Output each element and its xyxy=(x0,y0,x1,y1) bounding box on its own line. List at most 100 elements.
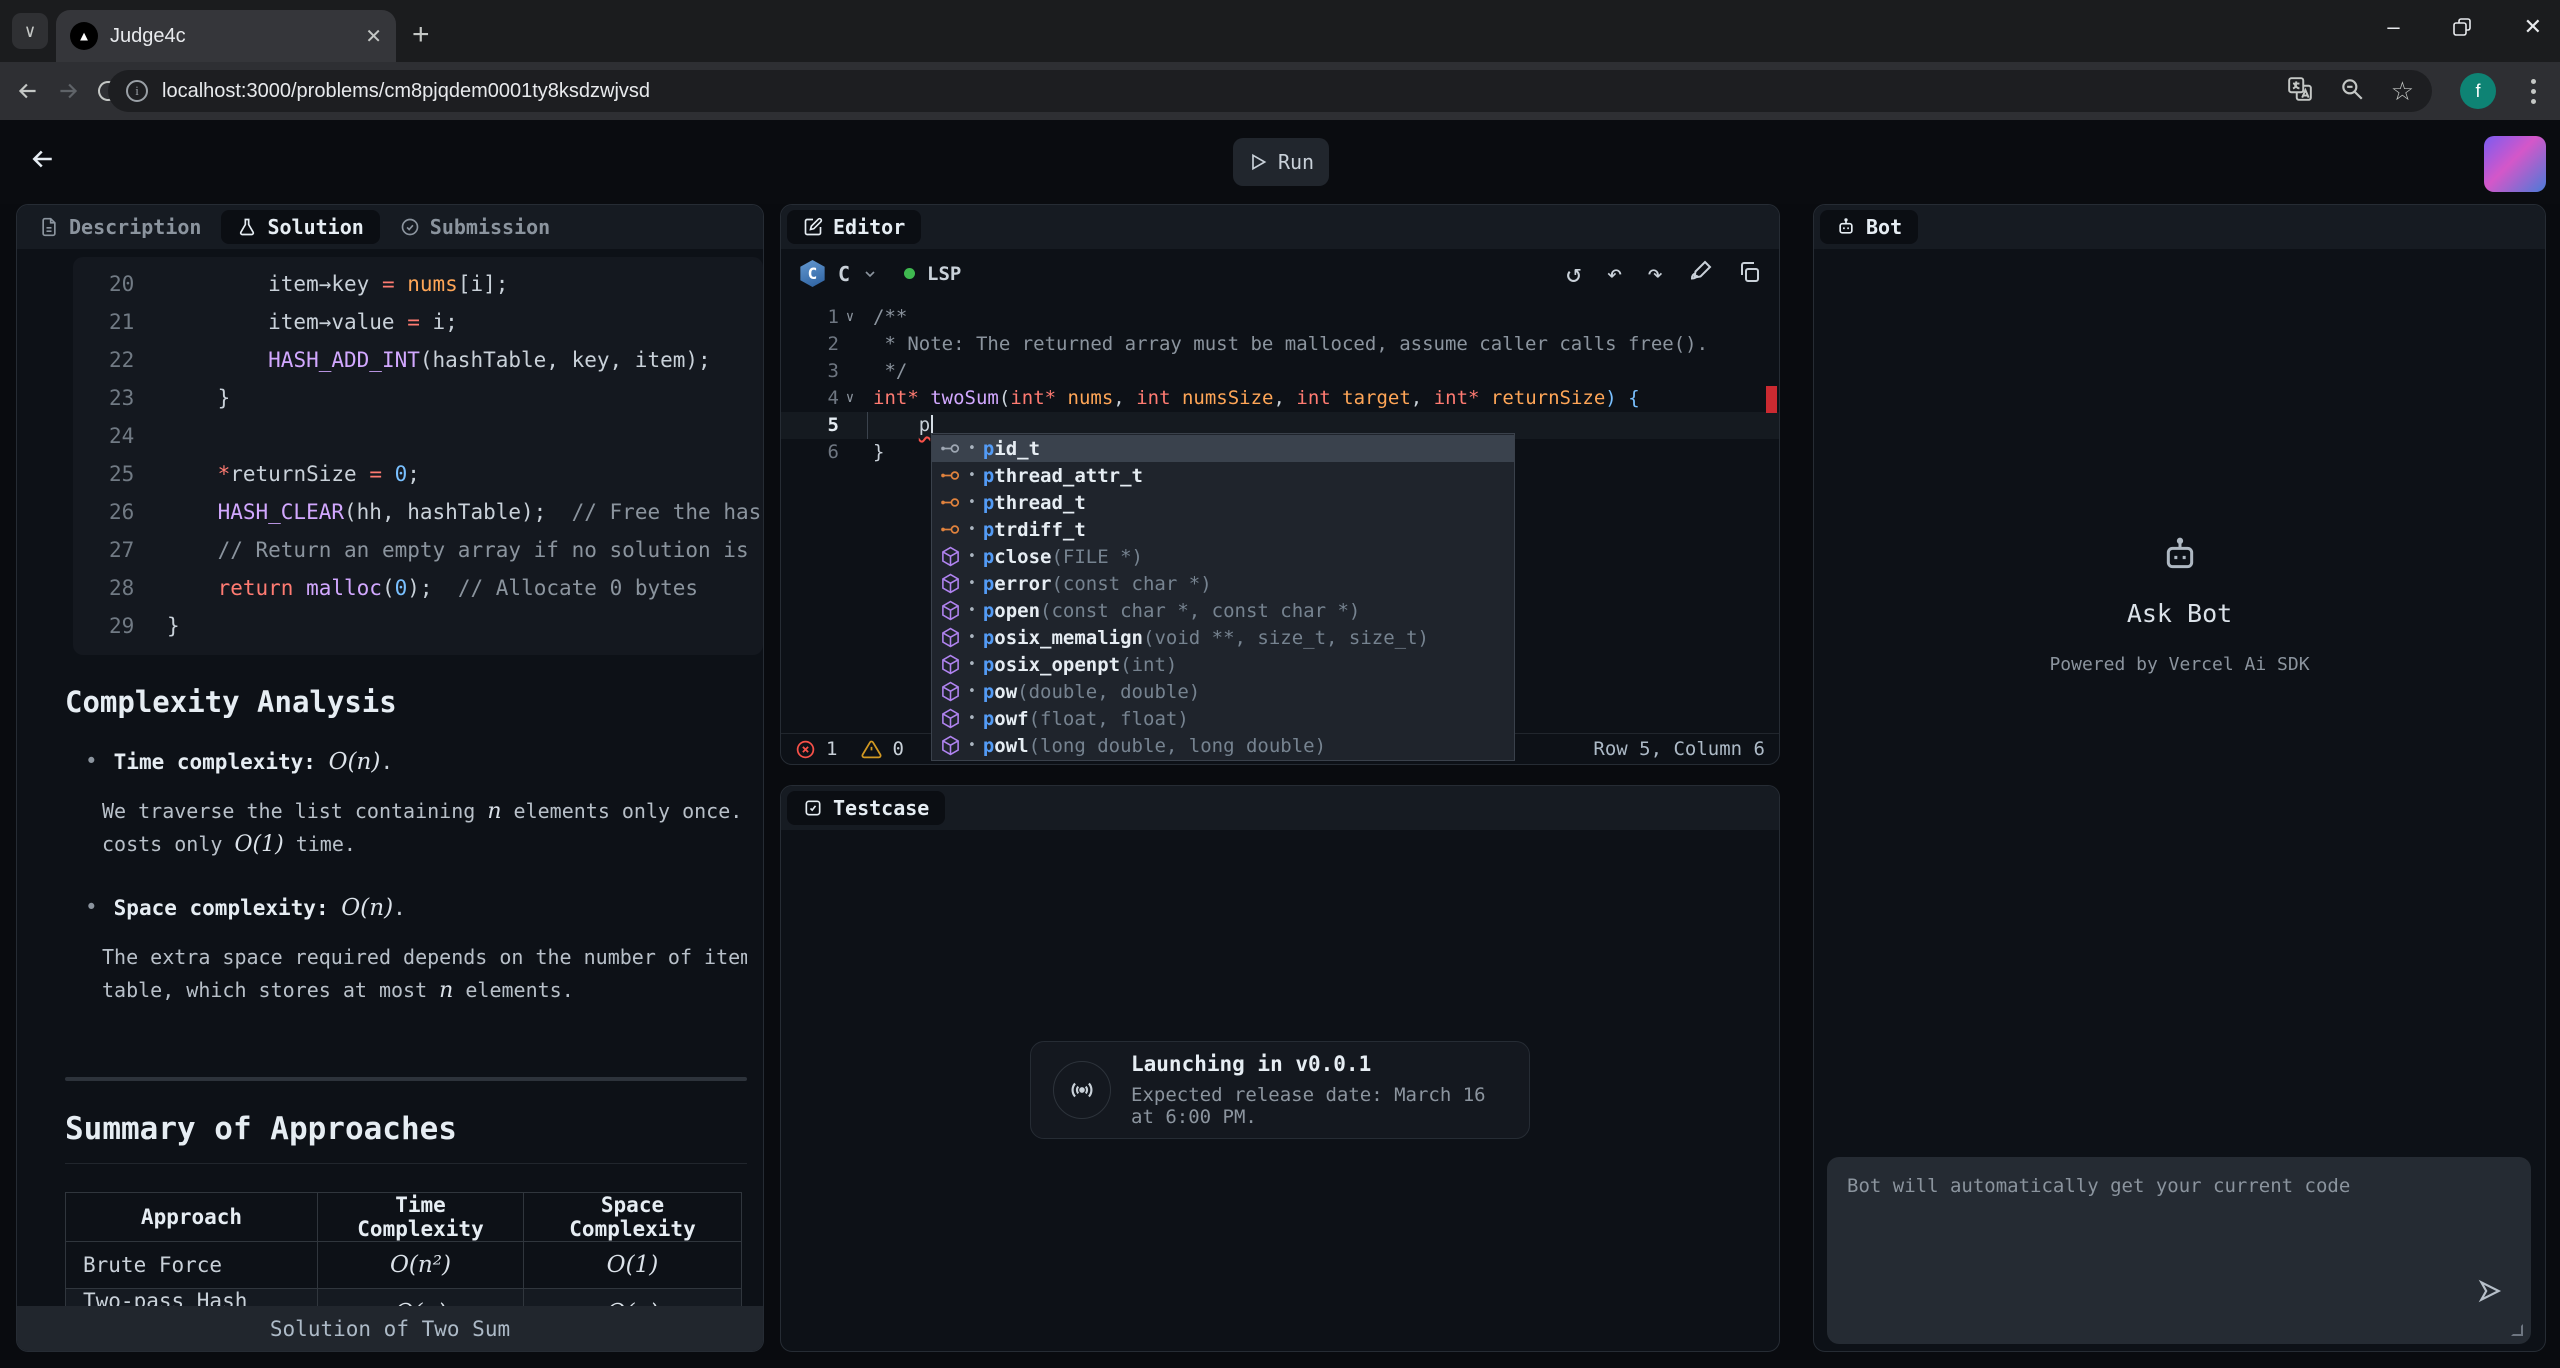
suggestion-item[interactable]: •pow(double, double) xyxy=(932,678,1514,705)
send-icon[interactable] xyxy=(2477,1278,2503,1308)
browser-tabstrip: ∨ ▲ Judge4c ✕ + – ✕ xyxy=(0,0,2560,62)
typedef-symbol-icon xyxy=(940,465,961,486)
browser-toolbar: i localhost:3000/problems/cm8pjqdem0001t… xyxy=(0,62,2560,120)
suggestion-item[interactable]: •pthread_t xyxy=(932,489,1514,516)
panel-footer: Solution of Two Sum xyxy=(17,1306,763,1351)
format-icon[interactable] xyxy=(1688,260,1712,288)
suggestion-item[interactable]: •powf(float, float) xyxy=(932,705,1514,732)
warning-count: 0 xyxy=(892,738,903,760)
chevron-down-icon[interactable] xyxy=(862,266,878,282)
editor-toolbar: C C LSP ↺ ↶ ↷ xyxy=(781,249,1779,298)
bot-message-input[interactable] xyxy=(1847,1175,2511,1326)
tab-bot[interactable]: Bot xyxy=(1820,210,1918,244)
suggestion-item[interactable]: •ptrdiff_t xyxy=(932,516,1514,543)
code-line: 26 HASH_CLEAR(hh, hashTable); // Free th… xyxy=(73,493,763,531)
suggestion-item[interactable]: •posix_openpt(int) xyxy=(932,651,1514,678)
suggestion-item[interactable]: •pthread_attr_t xyxy=(932,462,1514,489)
checkbox-icon xyxy=(803,798,823,818)
forward-icon[interactable] xyxy=(48,78,88,104)
module-symbol-icon xyxy=(940,546,961,567)
browser-tab[interactable]: ▲ Judge4c ✕ xyxy=(56,10,396,62)
fold-gutter xyxy=(839,439,861,466)
code-line: 20 item→key = nums[i]; xyxy=(73,265,763,303)
bot-input-container xyxy=(1827,1157,2531,1344)
reset-code-icon[interactable]: ↺ xyxy=(1566,261,1582,287)
fold-chevron-icon[interactable]: ∨ xyxy=(839,304,861,331)
suggestion-item[interactable]: •posix_memalign(void **, size_t, size_t) xyxy=(932,624,1514,651)
tab-title: Judge4c xyxy=(110,25,353,48)
code-line: 29} xyxy=(73,607,763,645)
tab-solution[interactable]: Solution xyxy=(221,210,379,244)
site-info-icon[interactable]: i xyxy=(126,80,148,102)
tab-testcase[interactable]: Testcase xyxy=(787,791,945,825)
suggestion-item[interactable]: •perror(const char *) xyxy=(932,570,1514,597)
app-back-icon[interactable] xyxy=(28,144,58,178)
error-overview-mark xyxy=(1766,386,1777,413)
module-symbol-icon xyxy=(940,654,961,675)
new-tab-button[interactable]: + xyxy=(412,18,430,52)
complexity-paragraph: The extra space required depends on the … xyxy=(102,941,747,1007)
document-icon xyxy=(39,217,59,237)
redo-icon[interactable]: ↷ xyxy=(1647,261,1663,287)
col-time: Time Complexity xyxy=(318,1193,524,1242)
language-selector[interactable]: C xyxy=(838,262,850,286)
browser-menu-icon[interactable] xyxy=(2531,79,2536,104)
complexity-item: •Time complexity: O(n). xyxy=(85,749,747,775)
code-line: 25 *returnSize = 0; xyxy=(73,455,763,493)
cursor-position: Row 5, Column 6 xyxy=(1593,738,1765,760)
table-row: Brute ForceO(n²)O(1) xyxy=(66,1242,742,1289)
error-icon xyxy=(795,739,816,760)
typedef-symbol-icon xyxy=(940,519,961,540)
suggestion-item[interactable]: •pid_t xyxy=(932,435,1514,462)
resize-handle[interactable] xyxy=(2511,1324,2523,1336)
zoom-icon[interactable] xyxy=(2339,76,2365,107)
undo-icon[interactable]: ↶ xyxy=(1607,261,1623,287)
lsp-label: LSP xyxy=(927,263,961,285)
user-avatar[interactable] xyxy=(2484,136,2546,192)
window-restore-icon[interactable] xyxy=(2452,17,2472,37)
fold-gutter xyxy=(839,331,861,358)
warning-icon xyxy=(861,739,882,760)
editor-line[interactable]: 4∨int* twoSum(int* nums, int numsSize, i… xyxy=(781,385,1779,412)
translate-icon[interactable] xyxy=(2287,76,2313,107)
section-divider xyxy=(65,1077,747,1081)
toast-subtitle: Expected release date: March 16 at 6:00 … xyxy=(1131,1084,1507,1128)
editor-line[interactable]: 1∨/** xyxy=(781,304,1779,331)
play-icon xyxy=(1248,152,1268,172)
browser-profile-avatar[interactable]: f xyxy=(2460,73,2496,109)
editor-line[interactable]: 3 */ xyxy=(781,358,1779,385)
error-count: 1 xyxy=(826,738,837,760)
tab-close-icon[interactable]: ✕ xyxy=(365,24,382,49)
module-symbol-icon xyxy=(940,627,961,648)
app-header: Run xyxy=(0,120,2560,204)
suggestion-item[interactable]: •popen(const char *, const char *) xyxy=(932,597,1514,624)
bookmark-star-icon[interactable]: ☆ xyxy=(2391,76,2414,107)
tab-search-chevron-icon[interactable]: ∨ xyxy=(12,13,48,49)
solution-content[interactable]: 20 item→key = nums[i];21 item→value = i;… xyxy=(17,249,763,1306)
url-bar[interactable]: i localhost:3000/problems/cm8pjqdem0001t… xyxy=(108,70,2432,112)
tab-editor[interactable]: Editor xyxy=(787,210,921,244)
run-button[interactable]: Run xyxy=(1233,138,1329,186)
screen: ∨ ▲ Judge4c ✕ + – ✕ i loc xyxy=(0,0,2560,1368)
fold-chevron-icon[interactable]: ∨ xyxy=(839,385,861,412)
copy-icon[interactable] xyxy=(1737,260,1761,288)
code-line: 22 HASH_ADD_INT(hashTable, key, item); xyxy=(73,341,763,379)
flask-icon xyxy=(237,217,257,237)
code-line: 24 xyxy=(73,417,763,455)
suggestion-item[interactable]: •pclose(FILE *) xyxy=(932,543,1514,570)
editor-line[interactable]: 2 * Note: The returned array must be mal… xyxy=(781,331,1779,358)
tab-submission[interactable]: Submission xyxy=(384,210,566,244)
toast-title: Launching in v0.0.1 xyxy=(1131,1052,1507,1076)
code-line: 21 item→value = i; xyxy=(73,303,763,341)
suggestion-item[interactable]: •powl(long double, long double) xyxy=(932,732,1514,759)
tab-description[interactable]: Description xyxy=(23,210,217,244)
window-minimize-icon[interactable]: – xyxy=(2387,14,2399,40)
back-icon[interactable] xyxy=(8,78,48,104)
url-text[interactable]: localhost:3000/problems/cm8pjqdem0001ty8… xyxy=(162,80,2273,103)
lsp-status-dot xyxy=(904,268,915,279)
table-row: Two-pass Hash TableO(n)O(n) xyxy=(66,1289,742,1307)
window-close-icon[interactable]: ✕ xyxy=(2524,14,2542,40)
problem-panel-tabs: Description Solution Submission xyxy=(17,205,763,249)
favicon-icon: ▲ xyxy=(70,22,98,50)
robot-icon xyxy=(1836,217,1856,237)
